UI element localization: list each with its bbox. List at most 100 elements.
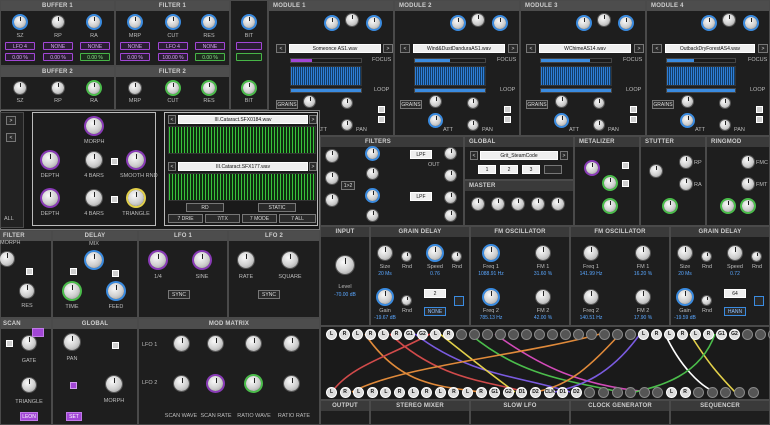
patch-jack[interactable] [625, 329, 636, 340]
sync-button[interactable]: SYNC [168, 290, 190, 299]
toggle[interactable] [6, 340, 13, 347]
next-file-button[interactable]: > [309, 115, 317, 124]
toggle[interactable] [70, 382, 77, 389]
patch-jack[interactable]: G1 [404, 329, 415, 340]
knob-cut[interactable] [167, 16, 179, 28]
master-knob[interactable] [552, 198, 564, 210]
rnd-knob[interactable] [452, 252, 461, 261]
patch-jack[interactable]: R [366, 387, 378, 398]
module-knob[interactable] [594, 120, 604, 130]
knob-ra[interactable] [88, 82, 100, 94]
patch-jack[interactable]: G2 [729, 329, 740, 340]
patch-jack[interactable]: R [339, 329, 350, 340]
fm-1-knob[interactable] [636, 246, 650, 260]
toggle[interactable] [378, 116, 385, 123]
master-knob[interactable] [532, 198, 544, 210]
mix-knob[interactable] [86, 252, 102, 268]
mod-source-pill[interactable]: LFO 4 [158, 42, 188, 50]
patch-jack[interactable] [547, 329, 558, 340]
position-bar[interactable] [290, 58, 362, 63]
morph-knob[interactable] [86, 118, 102, 134]
shape-knob[interactable] [128, 190, 144, 206]
filter-knob[interactable] [445, 170, 456, 181]
matrix-knob[interactable] [208, 376, 223, 391]
matrix-knob[interactable] [174, 376, 189, 391]
patch-jack[interactable]: L [434, 387, 446, 398]
patch-jack[interactable]: L [690, 329, 701, 340]
waveform[interactable] [666, 66, 736, 86]
prev-preset-button[interactable]: < [470, 151, 478, 160]
knob-cut[interactable] [167, 82, 179, 94]
mod-amount-pill[interactable]: 0.00 % [43, 53, 73, 61]
next-file-button[interactable]: > [309, 162, 317, 171]
patch-jack[interactable]: D2 [530, 387, 541, 398]
patch-jack[interactable] [598, 387, 609, 398]
triangle-knob[interactable] [22, 378, 36, 392]
patch-jack[interactable]: CLK [543, 387, 555, 398]
mod-amount-pill[interactable]: 0.00 % [5, 53, 35, 61]
mode-button[interactable]: 7/TX [205, 214, 240, 223]
module-knob[interactable] [578, 17, 590, 29]
rnd-knob[interactable] [702, 252, 711, 261]
freeze-button[interactable] [754, 296, 764, 306]
file-name-field[interactable]: WChimeAS14.wav [539, 44, 631, 53]
filter-knob[interactable] [326, 172, 338, 184]
window-select[interactable]: HANN [724, 307, 746, 316]
filter-knob[interactable] [367, 148, 378, 159]
prev-file-button[interactable]: < [276, 44, 286, 53]
lfo-rate-knob[interactable] [238, 252, 254, 268]
toggle[interactable] [756, 106, 763, 113]
patch-jack[interactable] [495, 329, 506, 340]
module-knob[interactable] [594, 98, 604, 108]
patch-jack[interactable]: R [365, 329, 376, 340]
time-knob[interactable] [64, 283, 80, 299]
module-knob[interactable] [342, 120, 352, 130]
rate-knob[interactable] [86, 152, 102, 168]
module-knob[interactable] [342, 98, 352, 108]
next-file-button[interactable]: > [634, 44, 644, 53]
toggle[interactable] [70, 268, 77, 275]
rnd-knob[interactable] [702, 296, 711, 305]
grains-button[interactable]: GRAINS [276, 100, 298, 109]
patch-jack[interactable]: R [679, 387, 691, 398]
filter-knob[interactable] [326, 150, 338, 162]
patch-jack[interactable]: G1 [716, 329, 727, 340]
patch-jack[interactable]: R [703, 329, 714, 340]
patch-jack[interactable] [638, 387, 650, 398]
preset-slot-button[interactable]: 2 [500, 165, 518, 174]
preset-name-field[interactable]: Grit_SteamCode [480, 151, 558, 160]
patch-jack[interactable]: R [475, 387, 487, 398]
side-arrow-button[interactable]: < [6, 133, 16, 142]
knob-sz[interactable] [14, 16, 26, 28]
filter-knob[interactable] [445, 192, 456, 203]
metalizer-knob[interactable] [586, 162, 598, 174]
patch-jack[interactable]: R [339, 387, 351, 398]
patch-jack[interactable]: R [391, 329, 402, 340]
mod-amount-pill[interactable]: 0.00 % [80, 53, 110, 61]
prev-file-button[interactable]: < [526, 44, 536, 53]
filter-knob[interactable] [445, 148, 456, 159]
next-file-button[interactable]: > [508, 44, 518, 53]
mod-source-pill[interactable]: NONE [120, 42, 150, 50]
patch-jack[interactable] [482, 329, 493, 340]
prev-file-button[interactable]: < [652, 44, 662, 53]
freq-2-knob[interactable] [484, 290, 498, 304]
ringmod-knob[interactable] [742, 178, 754, 190]
patch-jack[interactable]: R [677, 329, 688, 340]
size-knob[interactable] [678, 246, 692, 260]
toggle[interactable] [111, 196, 118, 203]
filter-route-button[interactable]: 1>2 [341, 181, 355, 190]
ringmod-knob[interactable] [722, 200, 734, 212]
mod-source-pill[interactable]: NONE [195, 42, 225, 50]
mod-source-pill[interactable]: NONE [43, 42, 73, 50]
patch-jack[interactable] [599, 329, 610, 340]
patch-jack[interactable]: R [443, 329, 454, 340]
level-knob[interactable] [336, 256, 354, 274]
knob-ra[interactable] [88, 16, 100, 28]
grains-button[interactable]: GRAINS [400, 100, 422, 109]
position-bar[interactable] [540, 58, 612, 63]
fm-2-knob[interactable] [536, 290, 550, 304]
grains-button[interactable]: GRAINS [652, 100, 674, 109]
patch-jack[interactable] [755, 329, 766, 340]
freq-1-knob[interactable] [584, 246, 598, 260]
